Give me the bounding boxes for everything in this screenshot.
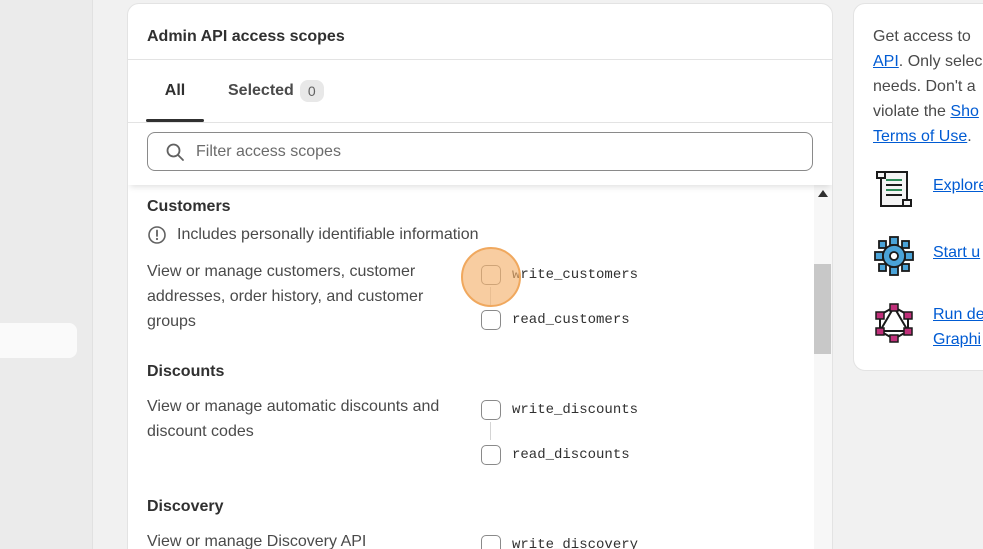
access-scopes-card: Admin API access scopes All Selected 0 C… xyxy=(127,3,833,549)
checkbox[interactable] xyxy=(481,535,501,549)
section-title-discounts: Discounts xyxy=(147,363,225,380)
side-line: needs. Don't a xyxy=(873,78,976,95)
pii-notice-text: Includes personally identifiable informa… xyxy=(177,226,479,243)
scroll-up-arrow-icon[interactable] xyxy=(818,190,828,197)
tab-all[interactable]: All xyxy=(146,60,204,122)
search-box[interactable] xyxy=(147,132,813,171)
shopify-link[interactable]: Sho xyxy=(950,103,978,120)
card-title: Admin API access scopes xyxy=(147,28,345,45)
nav-selected-item[interactable] xyxy=(0,323,77,358)
resource-link-label[interactable]: Graphi xyxy=(933,327,983,352)
tab-selected-label: Selected xyxy=(228,82,294,99)
scopes-scroll-area[interactable]: Customers Includes personally identifiab… xyxy=(128,185,832,549)
resource-link-label[interactable]: Run de xyxy=(933,302,983,327)
scope-read-customers[interactable]: read_customers xyxy=(481,310,630,330)
search-bar xyxy=(128,123,832,185)
checkbox[interactable] xyxy=(481,400,501,420)
scrollbar[interactable] xyxy=(814,185,832,549)
terms-of-use-link[interactable]: Terms of Use xyxy=(873,128,967,145)
section-description-discovery: View or manage Discovery API xyxy=(147,533,367,549)
scope-write-customers[interactable]: write_customers xyxy=(481,265,638,285)
side-line: Get access to xyxy=(873,28,971,45)
scope-label: write_discounts xyxy=(512,402,639,418)
tab-all-label: All xyxy=(164,82,186,99)
checkbox[interactable] xyxy=(481,310,501,330)
section-title-discovery: Discovery xyxy=(147,498,224,515)
checkbox[interactable] xyxy=(481,265,501,285)
section-description-discounts: View or manage automatic discounts and d… xyxy=(147,398,440,440)
section-title-customers: Customers xyxy=(147,198,231,215)
search-icon xyxy=(166,143,184,161)
graphql-icon xyxy=(875,303,913,343)
resource-link-label[interactable]: Start u xyxy=(933,240,980,265)
section-description-customers: View or manage customers, customer addre… xyxy=(147,263,424,330)
scope-connector xyxy=(490,287,491,305)
scope-read-discounts[interactable]: read_discounts xyxy=(481,445,630,465)
scopes-list: Customers Includes personally identifiab… xyxy=(128,185,814,549)
side-line: . xyxy=(967,128,972,145)
side-description: Get access to API. Only selec needs. Don… xyxy=(873,24,983,149)
search-input[interactable] xyxy=(196,142,796,161)
info-icon xyxy=(148,226,166,244)
scope-write-discovery[interactable]: write_discovery xyxy=(481,535,638,549)
resource-link-text: Run de Graphi xyxy=(933,302,983,352)
scope-connector xyxy=(490,422,491,440)
scope-label: read_discounts xyxy=(512,447,630,463)
scroll-icon xyxy=(876,171,912,207)
side-line: violate the xyxy=(873,103,951,120)
scope-label: write_discovery xyxy=(512,537,639,549)
gear-icon xyxy=(874,236,914,276)
resource-run-graphiql[interactable]: Run de Graphi xyxy=(873,302,983,352)
side-info-card: Get access to API. Only selec needs. Don… xyxy=(853,3,983,371)
scrollbar-thumb[interactable] xyxy=(814,264,831,354)
tab-selected[interactable]: Selected 0 xyxy=(228,60,324,122)
side-line: . Only selec xyxy=(898,53,983,70)
resource-link-label[interactable]: Explore xyxy=(933,173,983,198)
scope-label: write_customers xyxy=(512,267,639,283)
left-navigation xyxy=(0,0,93,549)
checkbox[interactable] xyxy=(481,445,501,465)
scope-label: read_customers xyxy=(512,312,630,328)
resource-explore[interactable]: Explore xyxy=(873,168,983,210)
api-link[interactable]: API xyxy=(873,53,899,70)
resource-start[interactable]: Start u xyxy=(873,235,980,277)
pii-notice: Includes personally identifiable informa… xyxy=(147,225,479,245)
scope-write-discounts[interactable]: write_discounts xyxy=(481,400,638,420)
selected-count-badge: 0 xyxy=(299,80,324,102)
